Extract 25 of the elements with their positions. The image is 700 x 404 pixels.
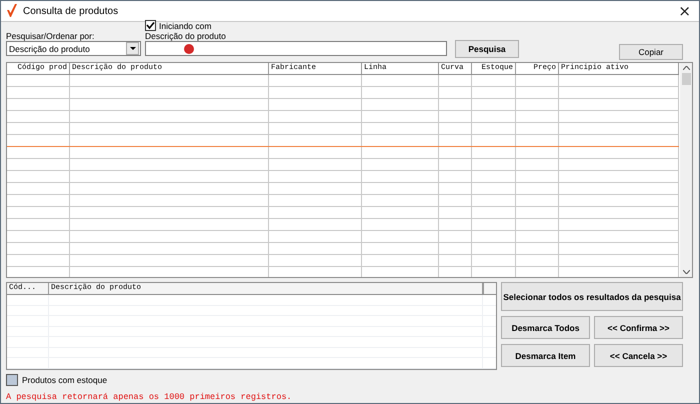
click-marker-icon	[184, 44, 194, 54]
notice-text: A pesquisa retornará apenas os 1000 primeiros registros.	[6, 392, 293, 403]
checkbox[interactable]	[145, 20, 156, 31]
scroll-thumb[interactable]	[682, 73, 690, 85]
legend-swatch	[6, 374, 18, 386]
select-all-button[interactable]: Selecionar todos os resultados da pesquisa	[501, 282, 683, 311]
order-dropdown[interactable]: Descrição do produto	[6, 41, 141, 56]
action-button[interactable]: Desmarca Todos	[501, 316, 590, 339]
action-button[interactable]: << Confirma >>	[594, 316, 683, 339]
scroll-down-icon[interactable]	[682, 270, 690, 274]
action-button[interactable]: << Cancela >>	[594, 344, 683, 367]
search-field[interactable]	[145, 41, 447, 56]
field-label: Descrição do produto	[145, 31, 227, 41]
order-label: Pesquisar/Ordenar por:	[6, 31, 96, 41]
window-title: Consulta de produtos	[23, 6, 118, 16]
checkbox-label: Iniciando com	[159, 20, 212, 30]
scrollbar[interactable]	[680, 63, 692, 277]
action-button[interactable]: Desmarca Item	[501, 344, 590, 367]
dropdown-arrow-icon	[130, 47, 136, 50]
search-button[interactable]: Pesquisa	[455, 40, 519, 58]
copy-button[interactable]: Copiar	[619, 44, 683, 60]
checkmark-icon	[7, 4, 17, 18]
close-button[interactable]: ×	[674, 3, 695, 19]
scroll-up-icon[interactable]	[682, 66, 690, 70]
legend-label: Produtos com estoque	[22, 375, 108, 385]
